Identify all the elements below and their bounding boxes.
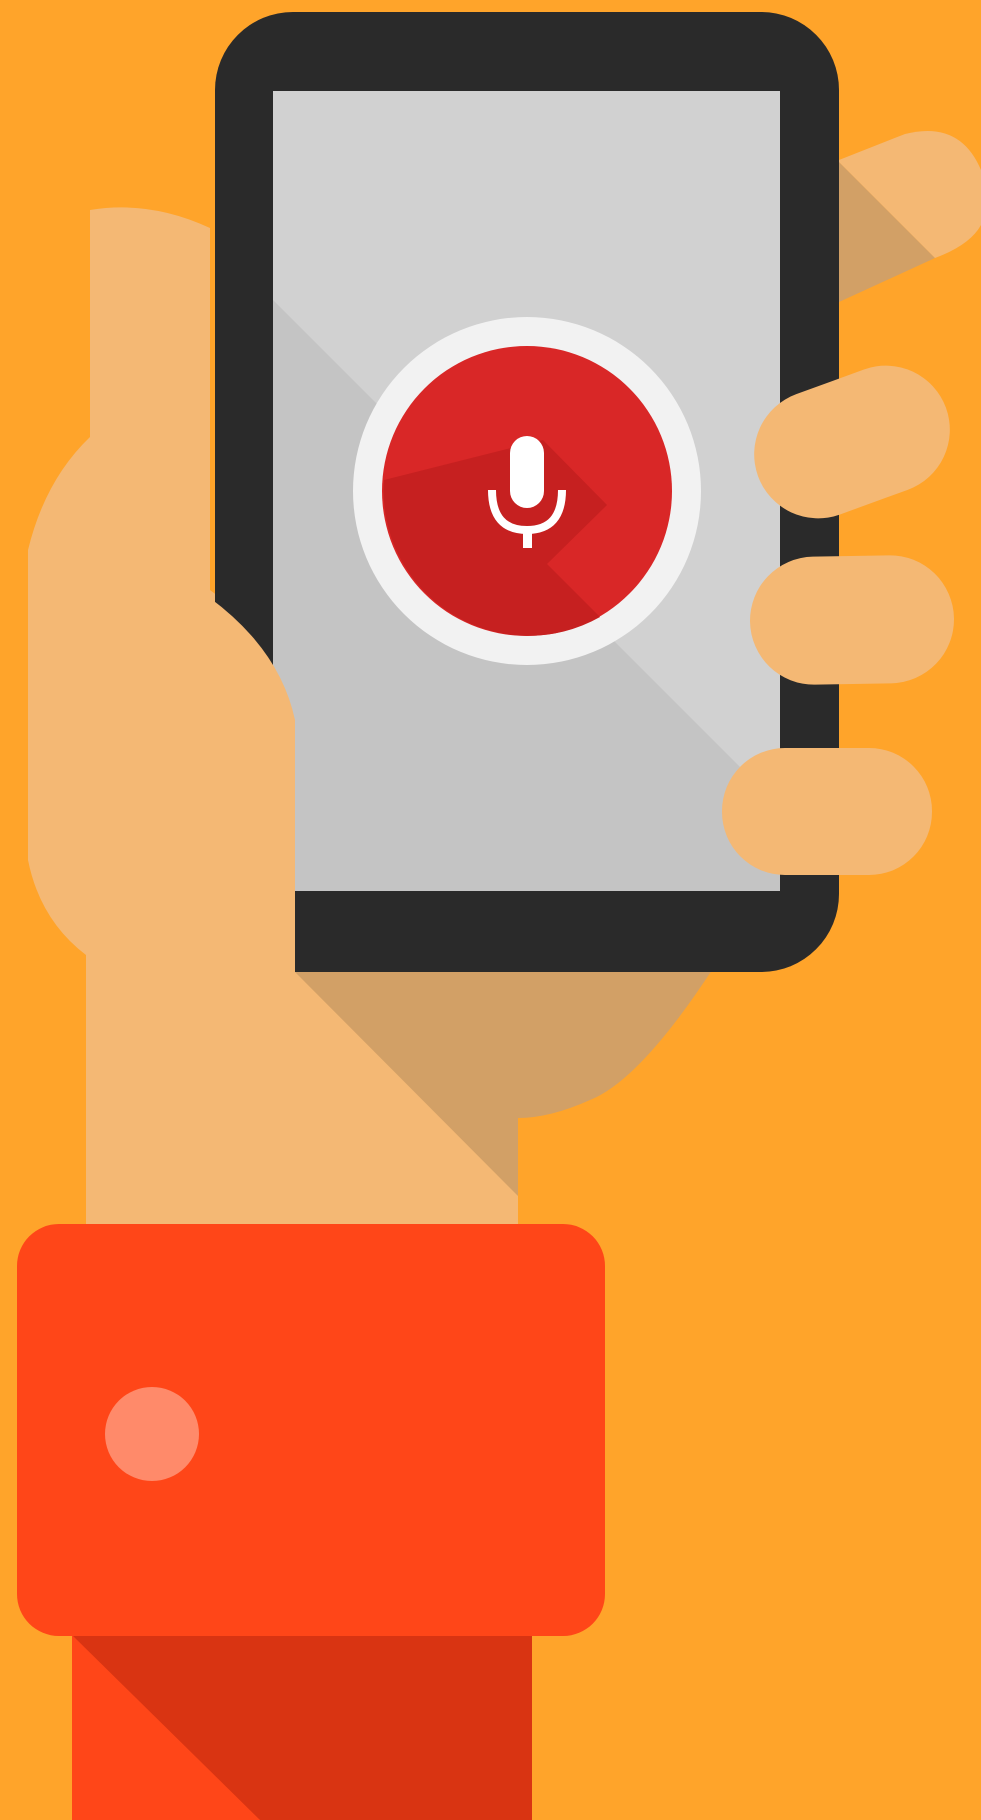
voice-search-button[interactable] [353, 317, 701, 665]
hand-holding-phone-illustration [0, 0, 981, 1820]
ring-finger [750, 555, 954, 685]
cuff-button [105, 1387, 199, 1481]
little-finger [722, 748, 932, 875]
illustration-canvas [0, 0, 981, 1820]
